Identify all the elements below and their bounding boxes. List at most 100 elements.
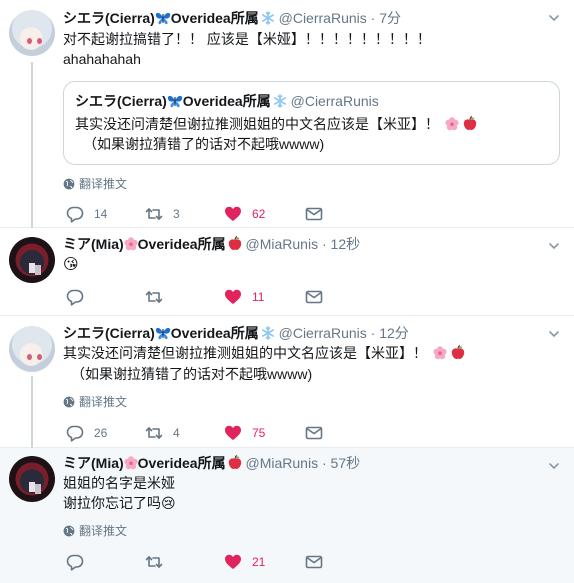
display-name-suffix[interactable]: Overidea所属 bbox=[138, 236, 226, 252]
retweet-icon bbox=[145, 288, 163, 306]
tweet-actions: 11 bbox=[63, 288, 483, 306]
chevron-down-icon[interactable] bbox=[548, 328, 560, 340]
separator-dot: · bbox=[321, 236, 327, 252]
red-apple-icon bbox=[451, 345, 465, 360]
thread-line bbox=[31, 62, 33, 228]
cherry-blossom-icon bbox=[445, 117, 459, 131]
reply-icon bbox=[66, 205, 84, 223]
display-name-suffix: Overidea所属 bbox=[182, 93, 271, 109]
retweet-button[interactable] bbox=[145, 553, 173, 571]
tweet-header: シエラ(Cierra) Overidea所属 @CierraRunis · 12分 bbox=[63, 324, 409, 342]
user-handle[interactable]: @CierraRunis bbox=[279, 10, 367, 26]
chevron-down-icon[interactable] bbox=[548, 240, 560, 252]
timestamp[interactable]: 57秒 bbox=[331, 455, 361, 471]
reply-button[interactable] bbox=[66, 288, 94, 306]
translate-link[interactable]: 翻译推文 bbox=[63, 395, 127, 409]
butterfly-icon bbox=[167, 94, 183, 108]
tweet-text-line: 对不起谢拉搞错了！！ 应该是【米娅】！！！！！！！！！ bbox=[63, 31, 431, 47]
red-apple-icon bbox=[228, 455, 242, 470]
globe-icon bbox=[63, 178, 75, 190]
translate-label: 翻译推文 bbox=[79, 177, 128, 191]
retweet-count: 3 bbox=[173, 207, 180, 221]
like-count: 21 bbox=[252, 555, 266, 569]
display-name-suffix[interactable]: Overidea所属 bbox=[171, 325, 259, 341]
tweet-header: ミア(Mia) Overidea所属 @MiaRunis · 57秒 bbox=[63, 454, 360, 472]
tweet[interactable]: シエラ(Cierra) Overidea所属 @CierraRunis · 12分… bbox=[0, 316, 574, 448]
avatar[interactable] bbox=[9, 456, 55, 502]
user-handle[interactable]: @MiaRunis bbox=[246, 236, 319, 252]
display-name-suffix[interactable]: Overidea所属 bbox=[171, 10, 259, 26]
direct-message-button[interactable] bbox=[305, 553, 323, 571]
tweet[interactable]: シエラ(Cierra) Overidea所属 @CierraRunis · 7分 … bbox=[0, 0, 574, 228]
thread-line bbox=[31, 376, 33, 448]
display-name[interactable]: シエラ(Cierra) bbox=[63, 10, 155, 26]
tweet[interactable]: ミア(Mia) Overidea所属 @MiaRunis · 12秒 😘 11 bbox=[0, 228, 574, 316]
heart-icon bbox=[224, 424, 242, 442]
tweet-actions: 14 3 62 bbox=[63, 205, 483, 223]
direct-message-button[interactable] bbox=[305, 424, 323, 442]
retweet-icon bbox=[145, 205, 163, 223]
retweet-button[interactable]: 4 bbox=[145, 424, 180, 442]
tweet-text-line: （如果谢拉猜错了的话对不起哦wwww) bbox=[71, 366, 313, 382]
like-count: 62 bbox=[252, 207, 266, 221]
snowflake-icon bbox=[261, 326, 275, 340]
translate-link[interactable]: 翻译推文 bbox=[63, 524, 127, 538]
translate-label: 翻译推文 bbox=[79, 395, 128, 409]
translate-label: 翻译推文 bbox=[79, 524, 128, 538]
retweet-button[interactable]: 3 bbox=[145, 205, 180, 223]
quoted-text-line: 其实没还问清楚但谢拉推测姐姐的中文名应该是【米亚】！ bbox=[75, 116, 439, 132]
avatar[interactable] bbox=[9, 237, 55, 283]
tweet-actions: 26 4 75 bbox=[63, 424, 483, 442]
cherry-blossom-icon bbox=[433, 346, 447, 360]
tweet[interactable]: ミア(Mia) Overidea所属 @MiaRunis · 57秒 姐姐的名字是… bbox=[0, 448, 574, 583]
reply-count: 26 bbox=[94, 426, 108, 440]
separator-dot: · bbox=[370, 10, 376, 26]
display-name: シエラ(Cierra) bbox=[75, 93, 167, 109]
quoted-text-line: （如果谢拉猜错了的话对不起哦wwww) bbox=[83, 136, 325, 152]
butterfly-icon bbox=[155, 11, 171, 25]
chevron-down-icon[interactable] bbox=[548, 460, 560, 472]
tweet-header: シエラ(Cierra) Overidea所属 @CierraRunis · 7分 bbox=[63, 9, 401, 27]
quoted-tweet[interactable]: シエラ(Cierra) Overidea所属 @CierraRunis 其实没还问… bbox=[63, 81, 560, 165]
chevron-down-icon[interactable] bbox=[548, 12, 560, 24]
retweet-icon bbox=[145, 424, 163, 442]
timestamp[interactable]: 12秒 bbox=[331, 236, 361, 252]
separator-dot: · bbox=[370, 325, 376, 341]
timestamp[interactable]: 7分 bbox=[379, 10, 401, 26]
reply-count: 14 bbox=[94, 207, 108, 221]
reply-button[interactable] bbox=[66, 553, 94, 571]
avatar[interactable] bbox=[9, 326, 55, 372]
tweet-text-line: 谢拉你忘记了吗😢 bbox=[63, 495, 176, 511]
tweet-header: ミア(Mia) Overidea所属 @MiaRunis · 12秒 bbox=[63, 235, 360, 253]
butterfly-icon bbox=[155, 326, 171, 340]
cherry-blossom-icon bbox=[124, 237, 138, 251]
avatar[interactable] bbox=[9, 10, 55, 56]
red-apple-icon bbox=[228, 236, 242, 251]
direct-message-button[interactable] bbox=[305, 288, 323, 306]
translate-link[interactable]: 翻译推文 bbox=[63, 177, 127, 191]
user-handle[interactable]: @MiaRunis bbox=[246, 455, 319, 471]
display-name[interactable]: ミア(Mia) bbox=[63, 236, 124, 252]
tweet-actions: 21 bbox=[63, 553, 483, 571]
like-button[interactable]: 21 bbox=[224, 553, 265, 571]
like-button[interactable]: 75 bbox=[224, 424, 265, 442]
globe-icon bbox=[63, 396, 75, 408]
tweet-text-line: 姐姐的名字是米娅 bbox=[63, 475, 175, 491]
globe-icon bbox=[63, 525, 75, 537]
display-name[interactable]: シエラ(Cierra) bbox=[63, 325, 155, 341]
reply-button[interactable]: 26 bbox=[66, 424, 107, 442]
quoted-tweet-text: 其实没还问清楚但谢拉推测姐姐的中文名应该是【米亚】！ （如果谢拉猜错了的话对不起… bbox=[75, 114, 477, 154]
display-name[interactable]: ミア(Mia) bbox=[63, 455, 124, 471]
display-name-suffix[interactable]: Overidea所属 bbox=[138, 455, 226, 471]
heart-icon bbox=[224, 205, 242, 223]
timestamp[interactable]: 12分 bbox=[379, 325, 409, 341]
snowflake-icon bbox=[273, 94, 287, 108]
retweet-button[interactable] bbox=[145, 288, 173, 306]
like-button[interactable]: 11 bbox=[224, 288, 264, 306]
reply-button[interactable]: 14 bbox=[66, 205, 107, 223]
direct-message-button[interactable] bbox=[305, 205, 323, 223]
like-button[interactable]: 62 bbox=[224, 205, 265, 223]
user-handle[interactable]: @CierraRunis bbox=[279, 325, 367, 341]
separator-dot: · bbox=[321, 455, 327, 471]
heart-icon bbox=[224, 288, 242, 306]
